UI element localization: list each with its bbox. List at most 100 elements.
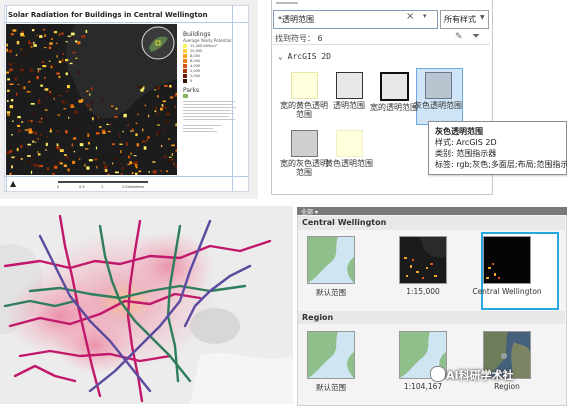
building-footprint bbox=[156, 124, 161, 126]
building-footprint bbox=[17, 129, 21, 133]
bookmark-item[interactable]: 1:15,000 bbox=[388, 236, 458, 296]
building-footprint bbox=[56, 144, 59, 147]
legend-buildings-heading: Buildings bbox=[183, 31, 211, 38]
bookmarks-all-filter[interactable]: 全部 ▾ bbox=[301, 207, 318, 216]
style-filter-value[interactable]: 所有样式 bbox=[444, 14, 476, 25]
building-footprint bbox=[148, 171, 150, 173]
building-footprint bbox=[160, 107, 163, 111]
building-footprint bbox=[120, 173, 123, 175]
legend-class-row: 1,000 bbox=[183, 74, 200, 78]
building-footprint bbox=[168, 159, 171, 163]
building-footprint bbox=[112, 162, 114, 165]
search-history-dropdown-icon[interactable]: ▾ bbox=[423, 12, 427, 20]
building-footprint bbox=[30, 102, 35, 105]
symbol-swatch bbox=[335, 130, 363, 157]
tooltip-style: 样式: ArcGIS 2D bbox=[435, 138, 497, 147]
building-footprint bbox=[169, 84, 172, 88]
symbol-tile[interactable]: 灰色透明范围 bbox=[414, 72, 462, 110]
building-footprint bbox=[31, 156, 33, 160]
found-symbols-count: 找到符号： 6 bbox=[275, 34, 323, 43]
symbol-options-icon[interactable]: ✎ bbox=[455, 32, 463, 42]
building-footprint bbox=[56, 42, 58, 45]
building-footprint bbox=[37, 69, 39, 73]
route-heatmap-map[interactable] bbox=[0, 206, 293, 404]
panel-scrollbar[interactable] bbox=[276, 2, 298, 4]
building-footprint bbox=[173, 162, 175, 166]
symbol-label: 宽的黄色透明范围 bbox=[280, 101, 328, 119]
building-footprint bbox=[70, 32, 75, 36]
scale-label: 1 bbox=[101, 185, 104, 189]
bookmark-thumbnail[interactable] bbox=[307, 236, 355, 284]
symbol-tile[interactable]: 宽的透明范围 bbox=[370, 72, 418, 112]
chevron-down-icon[interactable]: ⌄ bbox=[278, 52, 288, 61]
bookmark-section-header[interactable] bbox=[298, 311, 565, 324]
legend-class-label: 1,000 bbox=[190, 74, 201, 78]
building-footprint bbox=[40, 117, 43, 120]
filter-icon[interactable]: ⏷ bbox=[472, 31, 480, 42]
bookmark-thumbnail[interactable] bbox=[399, 236, 447, 284]
building-footprint bbox=[79, 143, 84, 147]
legend-swatch bbox=[183, 49, 187, 53]
building-footprint bbox=[33, 163, 38, 167]
building-footprint bbox=[68, 149, 72, 151]
building-footprint bbox=[47, 167, 49, 171]
bookmark-thumbnail[interactable] bbox=[483, 236, 531, 284]
building-footprint bbox=[64, 58, 69, 62]
building-footprint bbox=[147, 136, 150, 139]
map-title: Solar Radiation for Buildings in Central… bbox=[8, 11, 208, 19]
building-footprint bbox=[20, 158, 23, 160]
building-footprint bbox=[157, 132, 160, 135]
building-footprint bbox=[6, 111, 11, 114]
building-footprint bbox=[135, 122, 138, 125]
building-footprint bbox=[157, 86, 160, 90]
bookmark-item[interactable]: 默认范围 bbox=[296, 331, 366, 393]
building-footprint bbox=[20, 145, 23, 148]
legend-swatch bbox=[183, 54, 187, 58]
building-footprint bbox=[51, 64, 56, 67]
bookmark-caption: 默认范围 bbox=[316, 288, 346, 297]
building-footprint bbox=[28, 40, 30, 44]
symbol-search-value[interactable]: *透明范围 bbox=[278, 14, 314, 25]
bookmark-thumbnail[interactable] bbox=[307, 331, 355, 379]
legend-parks-swatch bbox=[183, 94, 188, 98]
symbol-swatch bbox=[290, 130, 318, 157]
bookmark-item[interactable]: 默认范围 bbox=[296, 236, 366, 298]
bookmarks-all-label[interactable]: 全部 bbox=[301, 209, 313, 216]
building-footprint bbox=[86, 90, 89, 92]
symbol-tile[interactable]: 黄色透明范围 bbox=[325, 130, 373, 168]
building-footprint bbox=[9, 83, 14, 86]
building-footprint bbox=[61, 95, 63, 97]
building-footprint bbox=[71, 37, 74, 40]
building-footprint bbox=[67, 168, 70, 172]
building-footprint bbox=[174, 94, 177, 97]
building-footprint bbox=[45, 142, 48, 147]
legend-class-label: 12,000 kWh/m² bbox=[190, 44, 218, 48]
clear-search-icon[interactable]: × bbox=[406, 11, 414, 22]
building-footprint bbox=[82, 173, 85, 175]
building-footprint bbox=[161, 104, 164, 107]
divider bbox=[271, 44, 490, 45]
bookmark-item[interactable]: Central Wellington bbox=[472, 236, 542, 296]
style-group-title: ArcGIS 2D bbox=[287, 52, 331, 61]
building-footprint bbox=[15, 54, 18, 56]
chevron-down-icon[interactable]: ▾ bbox=[315, 209, 318, 216]
legend-class-label: 10,000 bbox=[190, 49, 203, 53]
building-footprint bbox=[70, 104, 74, 106]
symbol-tile[interactable]: 宽的黄色透明范围 bbox=[280, 72, 328, 119]
building-footprint bbox=[162, 100, 166, 103]
building-footprint bbox=[142, 87, 145, 90]
chevron-down-icon[interactable]: ▼ bbox=[480, 14, 485, 21]
building-footprint bbox=[131, 170, 135, 173]
building-footprint bbox=[33, 44, 37, 47]
building-footprint bbox=[53, 97, 56, 100]
building-footprint bbox=[114, 116, 118, 118]
building-footprint bbox=[9, 105, 14, 109]
building-footprint bbox=[16, 119, 19, 121]
symbol-tile[interactable]: 透明范围 bbox=[325, 72, 373, 110]
symbol-tile[interactable]: 宽的灰色透明范围 bbox=[280, 130, 328, 177]
building-footprint bbox=[39, 35, 43, 38]
building-footprint bbox=[65, 41, 68, 43]
building-footprint bbox=[36, 151, 39, 153]
building-footprint bbox=[21, 48, 23, 51]
style-group-header[interactable]: ⌄ ArcGIS 2D bbox=[278, 52, 331, 61]
